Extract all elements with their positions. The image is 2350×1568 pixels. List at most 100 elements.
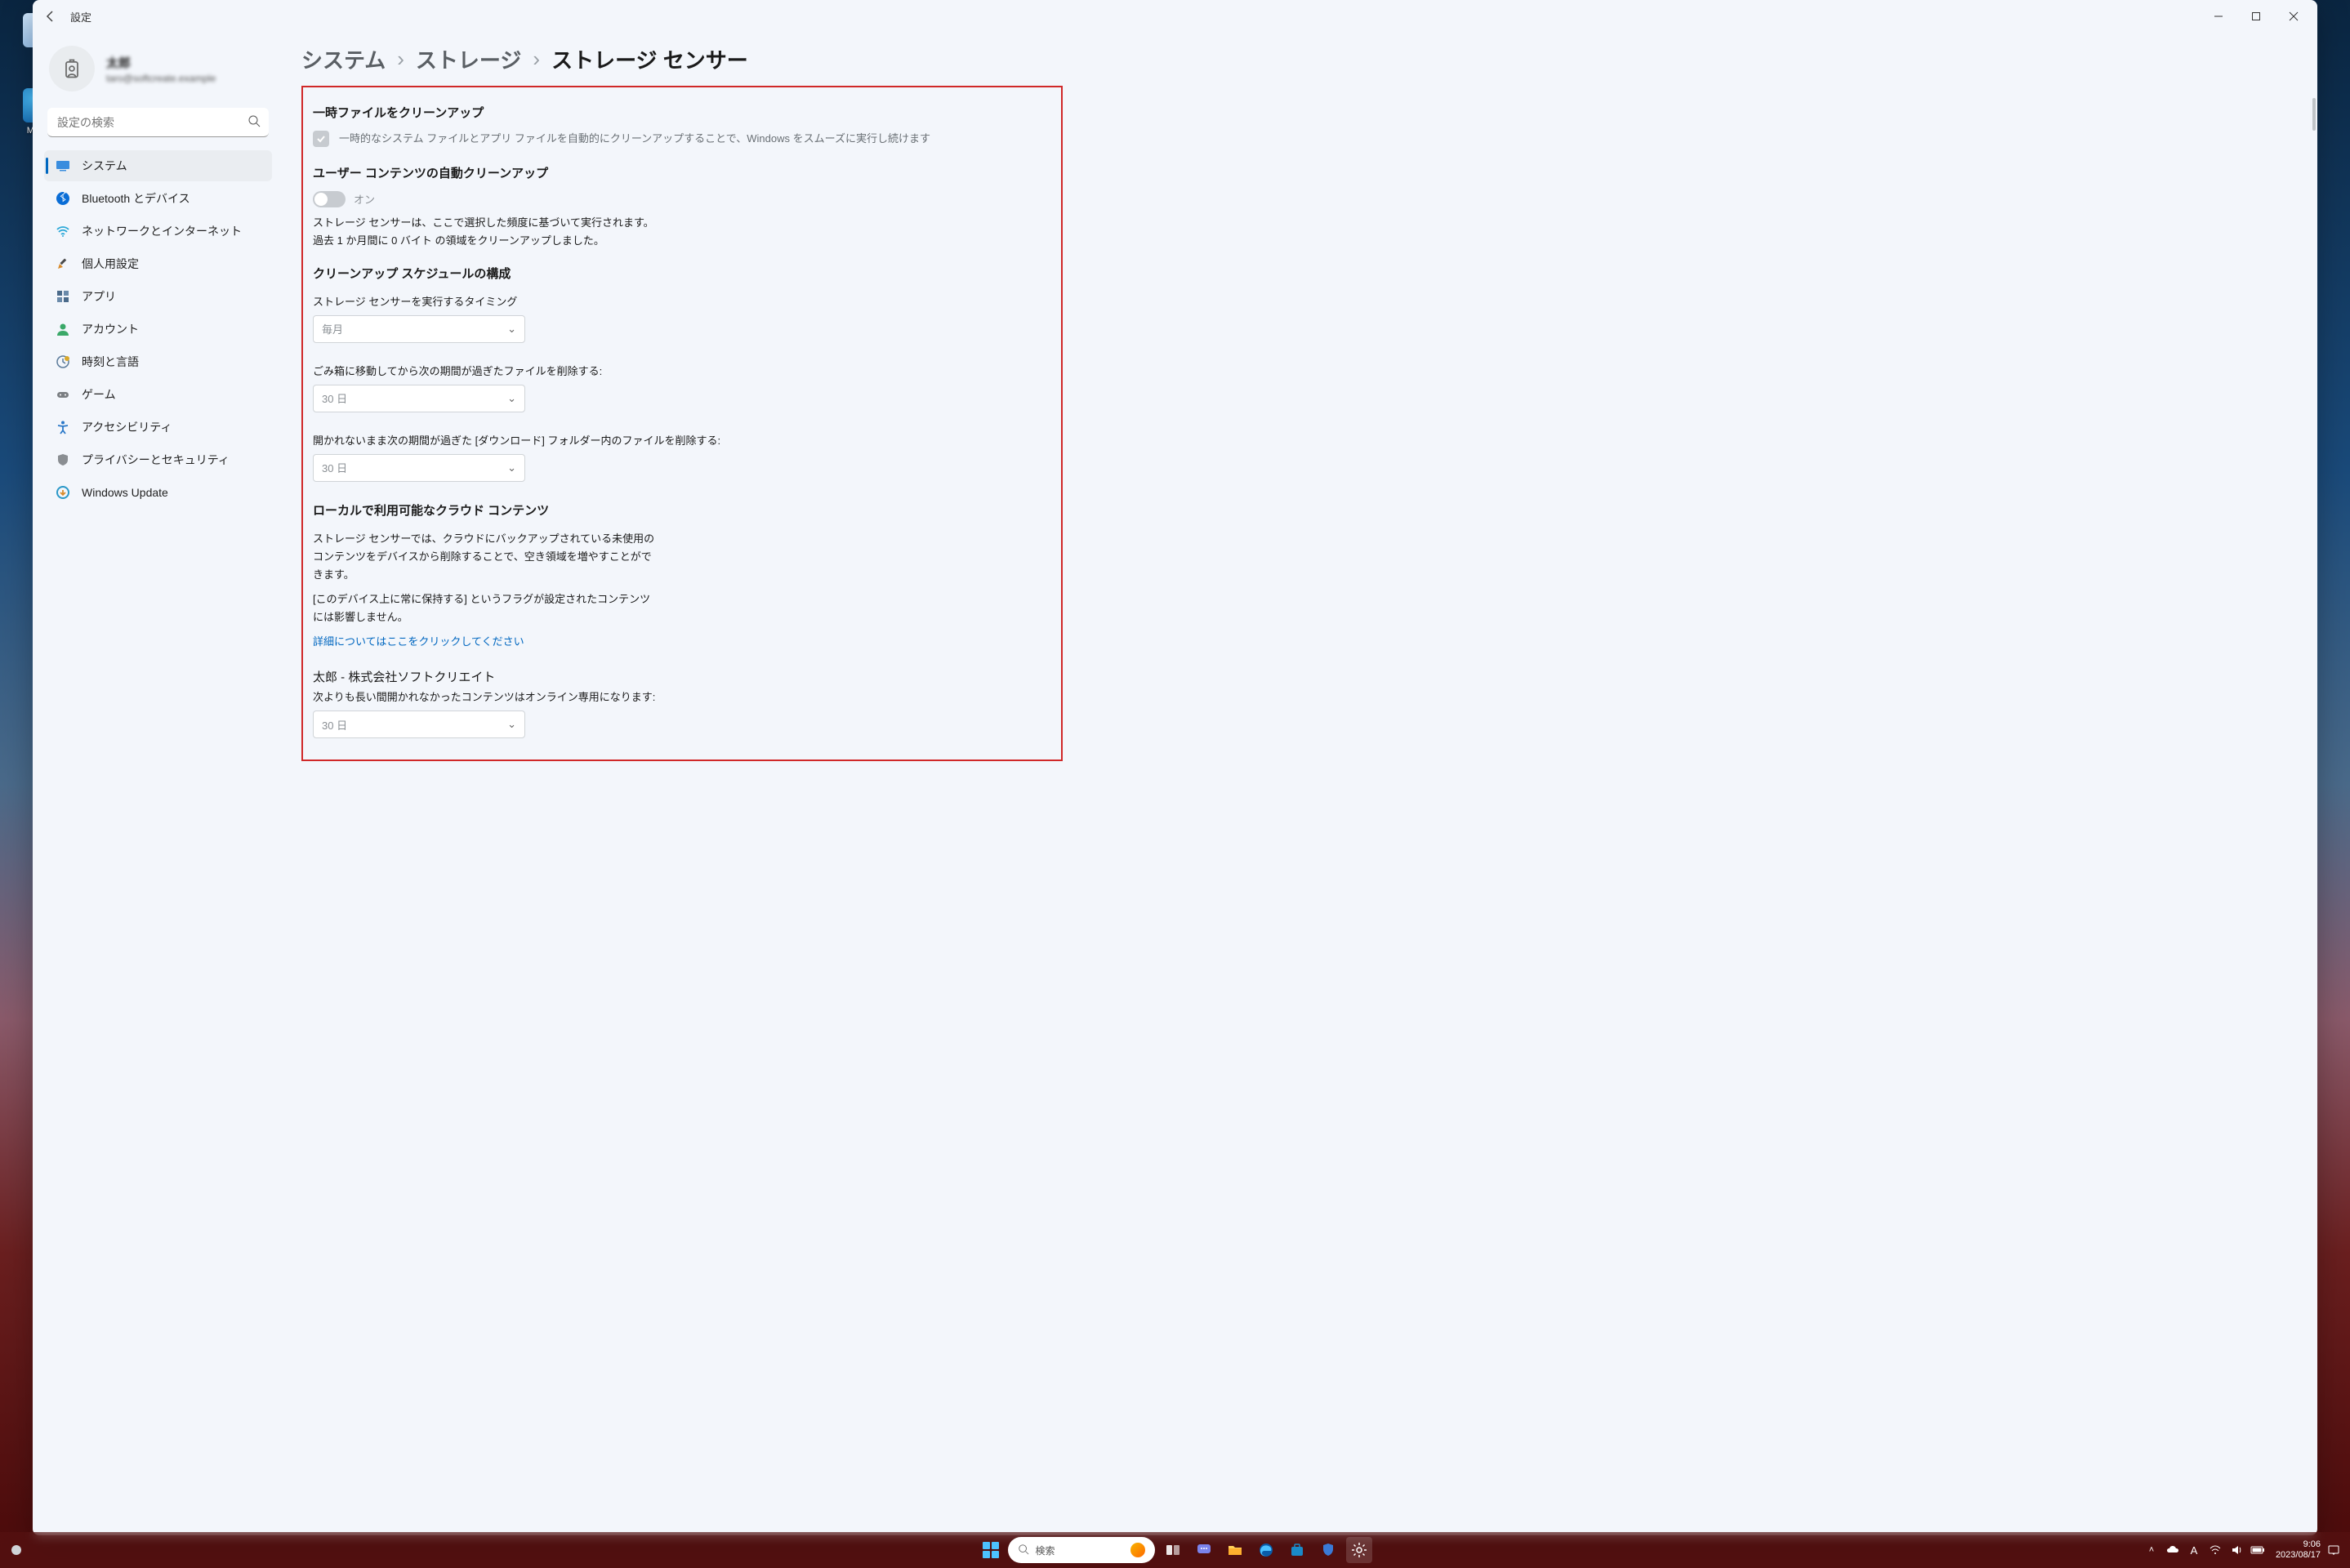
nav-label: Bluetooth とデバイス: [82, 190, 190, 207]
temp-files-heading: 一時ファイルをクリーンアップ: [313, 104, 1041, 121]
breadcrumb-storage[interactable]: ストレージ: [416, 44, 521, 74]
sidebar-item-windows-update[interactable]: Windows Update: [44, 477, 272, 508]
cloud-account-desc: 次よりも長い間開かれなかったコンテンツはオンライン専用になります:: [313, 688, 1041, 704]
taskbar-search-label: 検索: [1036, 1544, 1055, 1557]
taskbar-task-view[interactable]: [1160, 1537, 1186, 1563]
chevron-down-icon: ⌄: [507, 461, 516, 474]
select-value: 毎月: [322, 321, 343, 336]
cloud-learn-more-link[interactable]: 詳細についてはここをクリックしてください: [313, 633, 524, 648]
temp-files-checkbox[interactable]: [313, 131, 329, 147]
chevron-down-icon: ⌄: [507, 718, 516, 731]
profile-block[interactable]: 太郎 taro@softcreate.example: [41, 39, 275, 105]
cloud-account-heading: 太郎 - 株式会社ソフトクリエイト: [313, 668, 1041, 685]
back-button[interactable]: [38, 3, 64, 29]
chevron-down-icon: ⌄: [507, 392, 516, 405]
tray-volume-icon[interactable]: [2228, 1542, 2245, 1558]
taskbar-explorer[interactable]: [1222, 1537, 1248, 1563]
breadcrumb-system[interactable]: システム: [301, 44, 386, 74]
search-icon: [1018, 1544, 1029, 1557]
nav-label: Windows Update: [82, 486, 168, 499]
tray-battery-icon[interactable]: [2250, 1542, 2266, 1558]
sidebar-item-accounts[interactable]: アカウント: [44, 314, 272, 345]
breadcrumb: システム › ストレージ › ストレージ センサー: [301, 44, 1063, 74]
temp-files-label: 一時的なシステム ファイルとアプリ ファイルを自動的にクリーンアップすることで、…: [339, 131, 930, 148]
schedule-heading: クリーンアップ スケジュールの構成: [313, 265, 1041, 282]
nav-label: 時刻と言語: [82, 354, 139, 370]
nav-label: プライバシーとセキュリティ: [82, 452, 230, 468]
avatar-icon: [49, 46, 95, 91]
maximize-button[interactable]: [2237, 3, 2275, 29]
nav-label: ネットワークとインターネット: [82, 223, 242, 239]
sidebar-item-gaming[interactable]: ゲーム: [44, 379, 272, 410]
gaming-icon: [56, 387, 70, 402]
accessibility-icon: [56, 420, 70, 434]
sidebar: 太郎 taro@softcreate.example システム Bluetoot…: [33, 33, 282, 1535]
nav: システム Bluetooth とデバイス ネットワークとインターネット 個人用設…: [41, 147, 275, 511]
close-button[interactable]: [2275, 3, 2312, 29]
tray-ime[interactable]: A: [2186, 1542, 2202, 1558]
select-value: 30 日: [322, 717, 347, 733]
sidebar-item-accessibility[interactable]: アクセシビリティ: [44, 412, 272, 443]
nav-label: アプリ: [82, 288, 116, 305]
wifi-icon: [56, 224, 70, 238]
recycle-select[interactable]: 30 日 ⌄: [313, 385, 525, 412]
tray-notifications-icon[interactable]: [2325, 1542, 2342, 1558]
taskbar: 検索 ˄ A 9:06 2023/08/17: [0, 1532, 2350, 1568]
sidebar-item-privacy[interactable]: プライバシーとセキュリティ: [44, 444, 272, 475]
taskbar-edge[interactable]: [1253, 1537, 1279, 1563]
clock-time: 9:06: [2276, 1539, 2321, 1550]
select-value: 30 日: [322, 460, 347, 475]
search-container: [47, 108, 269, 137]
taskbar-security[interactable]: [1315, 1537, 1341, 1563]
bluetooth-icon: [56, 191, 70, 206]
windows-icon: [983, 1542, 999, 1558]
sidebar-item-network[interactable]: ネットワークとインターネット: [44, 216, 272, 247]
cloud-account-select[interactable]: 30 日 ⌄: [313, 710, 525, 738]
select-value: 30 日: [322, 390, 347, 406]
auto-cleanup-desc: ストレージ センサーは、ここで選択した頻度に基づいて実行されます。過去 1 か月…: [313, 214, 656, 250]
taskbar-settings[interactable]: [1346, 1537, 1372, 1563]
nav-label: アカウント: [82, 321, 139, 337]
profile-email: taro@softcreate.example: [106, 73, 216, 84]
start-button[interactable]: [979, 1538, 1003, 1562]
auto-cleanup-heading: ユーザー コンテンツの自動クリーンアップ: [313, 164, 1041, 181]
nav-label: システム: [82, 158, 127, 174]
tray-chevron-icon[interactable]: ˄: [2143, 1542, 2160, 1558]
sidebar-item-personalization[interactable]: 個人用設定: [44, 248, 272, 279]
sidebar-item-system[interactable]: システム: [44, 150, 272, 181]
taskbar-weather[interactable]: [8, 1542, 25, 1558]
downloads-label: 開かれないまま次の期間が過ぎた [ダウンロード] フォルダー内のファイルを削除す…: [313, 432, 1041, 448]
nav-label: ゲーム: [82, 386, 116, 403]
scrollbar[interactable]: [2312, 98, 2316, 131]
search-icon: [247, 114, 261, 131]
privacy-icon: [56, 452, 70, 467]
taskbar-chat[interactable]: [1191, 1537, 1217, 1563]
recycle-label: ごみ箱に移動してから次の期間が過ぎたファイルを削除する:: [313, 363, 1041, 378]
minimize-button[interactable]: [2200, 3, 2237, 29]
taskbar-store[interactable]: [1284, 1537, 1310, 1563]
auto-cleanup-toggle[interactable]: [313, 191, 346, 207]
run-timing-label: ストレージ センサーを実行するタイミング: [313, 293, 1041, 309]
clock-date: 2023/08/17: [2276, 1550, 2321, 1561]
time-icon: [56, 354, 70, 369]
highlight-box: 一時ファイルをクリーンアップ 一時的なシステム ファイルとアプリ ファイルを自動…: [301, 86, 1063, 761]
tray-onedrive-icon[interactable]: [2165, 1542, 2181, 1558]
tray-wifi-icon[interactable]: [2207, 1542, 2223, 1558]
chevron-down-icon: ⌄: [507, 323, 516, 336]
sidebar-item-bluetooth[interactable]: Bluetooth とデバイス: [44, 183, 272, 214]
downloads-select[interactable]: 30 日 ⌄: [313, 454, 525, 482]
system-icon: [56, 158, 70, 173]
taskbar-clock[interactable]: 9:06 2023/08/17: [2276, 1539, 2321, 1561]
search-input[interactable]: [47, 108, 269, 137]
run-timing-select[interactable]: 毎月 ⌄: [313, 315, 525, 343]
sidebar-item-time-language[interactable]: 時刻と言語: [44, 346, 272, 377]
cloud-desc-2: [このデバイス上に常に保持する] というフラグが設定されたコンテンツには影響しま…: [313, 590, 656, 626]
sidebar-item-apps[interactable]: アプリ: [44, 281, 272, 312]
cloud-heading: ローカルで利用可能なクラウド コンテンツ: [313, 501, 1041, 519]
breadcrumb-current: ストレージ センサー: [551, 44, 748, 74]
account-icon: [56, 322, 70, 336]
taskbar-search[interactable]: 検索: [1008, 1537, 1155, 1563]
chevron-right-icon: ›: [533, 47, 540, 72]
titlebar: 設定: [33, 0, 2317, 33]
apps-icon: [56, 289, 70, 304]
